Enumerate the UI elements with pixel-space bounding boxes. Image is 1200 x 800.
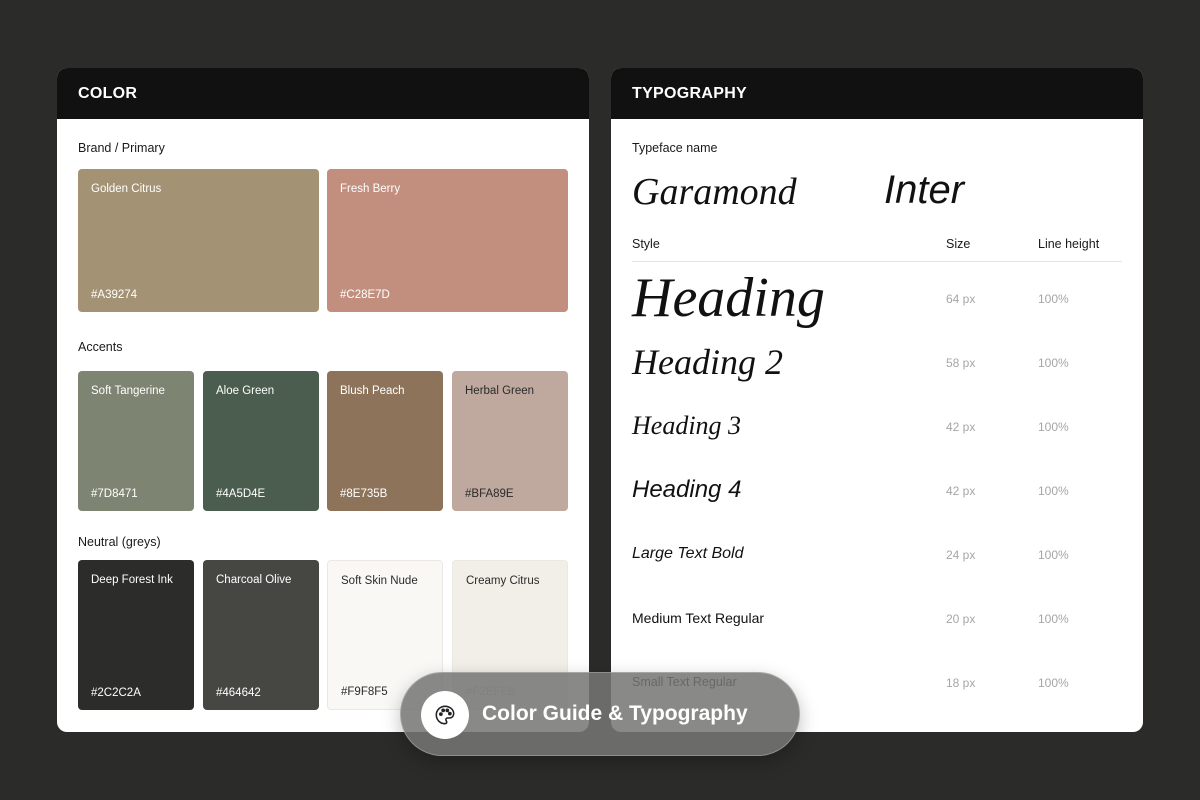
style-size: 64 px [946,292,976,306]
swatch-blush-peach[interactable]: Blush Peach #8E735B [327,371,443,511]
swatch-hex: #2C2C2A [91,687,141,699]
style-line-height: 100% [1038,292,1069,306]
brand-section-label: Brand / Primary [78,141,165,155]
swatch-name: Herbal Green [465,385,535,397]
style-sample: Heading 3 [632,411,742,440]
swatch-name: Deep Forest Ink [91,574,173,586]
style-sample: Medium Text Regular [632,610,765,626]
swatch-hex: #BFA89E [465,488,514,500]
swatch-hex: #4A5D4E [216,488,266,500]
swatch-name: Soft Tangerine [91,385,165,397]
neutral-section-label: Neutral (greys) [78,535,161,549]
style-line-height: 100% [1038,484,1069,498]
swatch-name: Soft Skin Nude [341,575,418,587]
swatch-herbal-green[interactable]: Herbal Green #BFA89E [452,371,568,511]
style-size: 20 px [946,612,976,626]
swatch-hex: #7D8471 [91,488,138,500]
style-line-height: 100% [1038,420,1069,434]
swatch-name: Fresh Berry [340,183,401,195]
typeface-garamond: Garamond [632,171,797,213]
typeface-label: Typeface name [632,141,718,155]
palette-icon [421,691,469,739]
style-line-height: 100% [1038,356,1069,370]
style-line-height: 100% [1038,548,1069,562]
swatch-deep-forest-ink[interactable]: Deep Forest Ink #2C2C2A [78,560,194,710]
swatch-name: Blush Peach [340,385,405,397]
column-header-size: Size [946,237,971,251]
style-sample: Heading 2 [632,342,783,382]
swatch-charcoal-olive[interactable]: Charcoal Olive #464642 [203,560,319,710]
swatch-hex: #8E735B [340,488,388,500]
swatch-hex: #F9F8F5 [341,686,388,698]
color-panel: COLOR Brand / Primary Golden Citrus #A39… [57,68,589,732]
swatch-hex: #C28E7D [340,289,390,301]
swatch-hex: #464642 [216,687,261,699]
swatch-aloe-green[interactable]: Aloe Green #4A5D4E [203,371,319,511]
style-size: 18 px [946,676,976,690]
style-line-height: 100% [1038,612,1069,626]
swatch-soft-tangerine[interactable]: Soft Tangerine #7D8471 [78,371,194,511]
style-size: 24 px [946,548,976,562]
style-line-height: 100% [1038,676,1069,690]
style-size: 42 px [946,484,976,498]
color-guide-badge[interactable]: Color Guide & Typography [400,672,800,756]
accents-section-label: Accents [78,340,123,354]
swatch-name: Charcoal Olive [216,574,292,586]
swatch-name: Creamy Citrus [466,575,540,587]
color-panel-title: COLOR [57,68,589,119]
style-size: 58 px [946,356,976,370]
typeface-inter: Inter [884,168,965,212]
header-divider [632,261,1122,262]
typography-panel-title: TYPOGRAPHY [611,68,1143,119]
column-header-line-height: Line height [1038,237,1100,251]
swatch-name: Golden Citrus [91,183,162,195]
swatch-golden-citrus[interactable]: Golden Citrus #A39274 [78,169,319,312]
swatch-hex: #A39274 [91,289,138,301]
style-sample: Large Text Bold [632,545,744,562]
badge-label: Color Guide & Typography [482,702,748,725]
style-sample: Heading 4 [632,476,742,503]
typography-panel: TYPOGRAPHY Typeface name Garamond Inter … [611,68,1143,732]
column-header-style: Style [632,237,660,251]
style-size: 42 px [946,420,976,434]
swatch-fresh-berry[interactable]: Fresh Berry #C28E7D [327,169,568,312]
style-sample: Heading [632,267,825,329]
swatch-name: Aloe Green [216,385,275,397]
